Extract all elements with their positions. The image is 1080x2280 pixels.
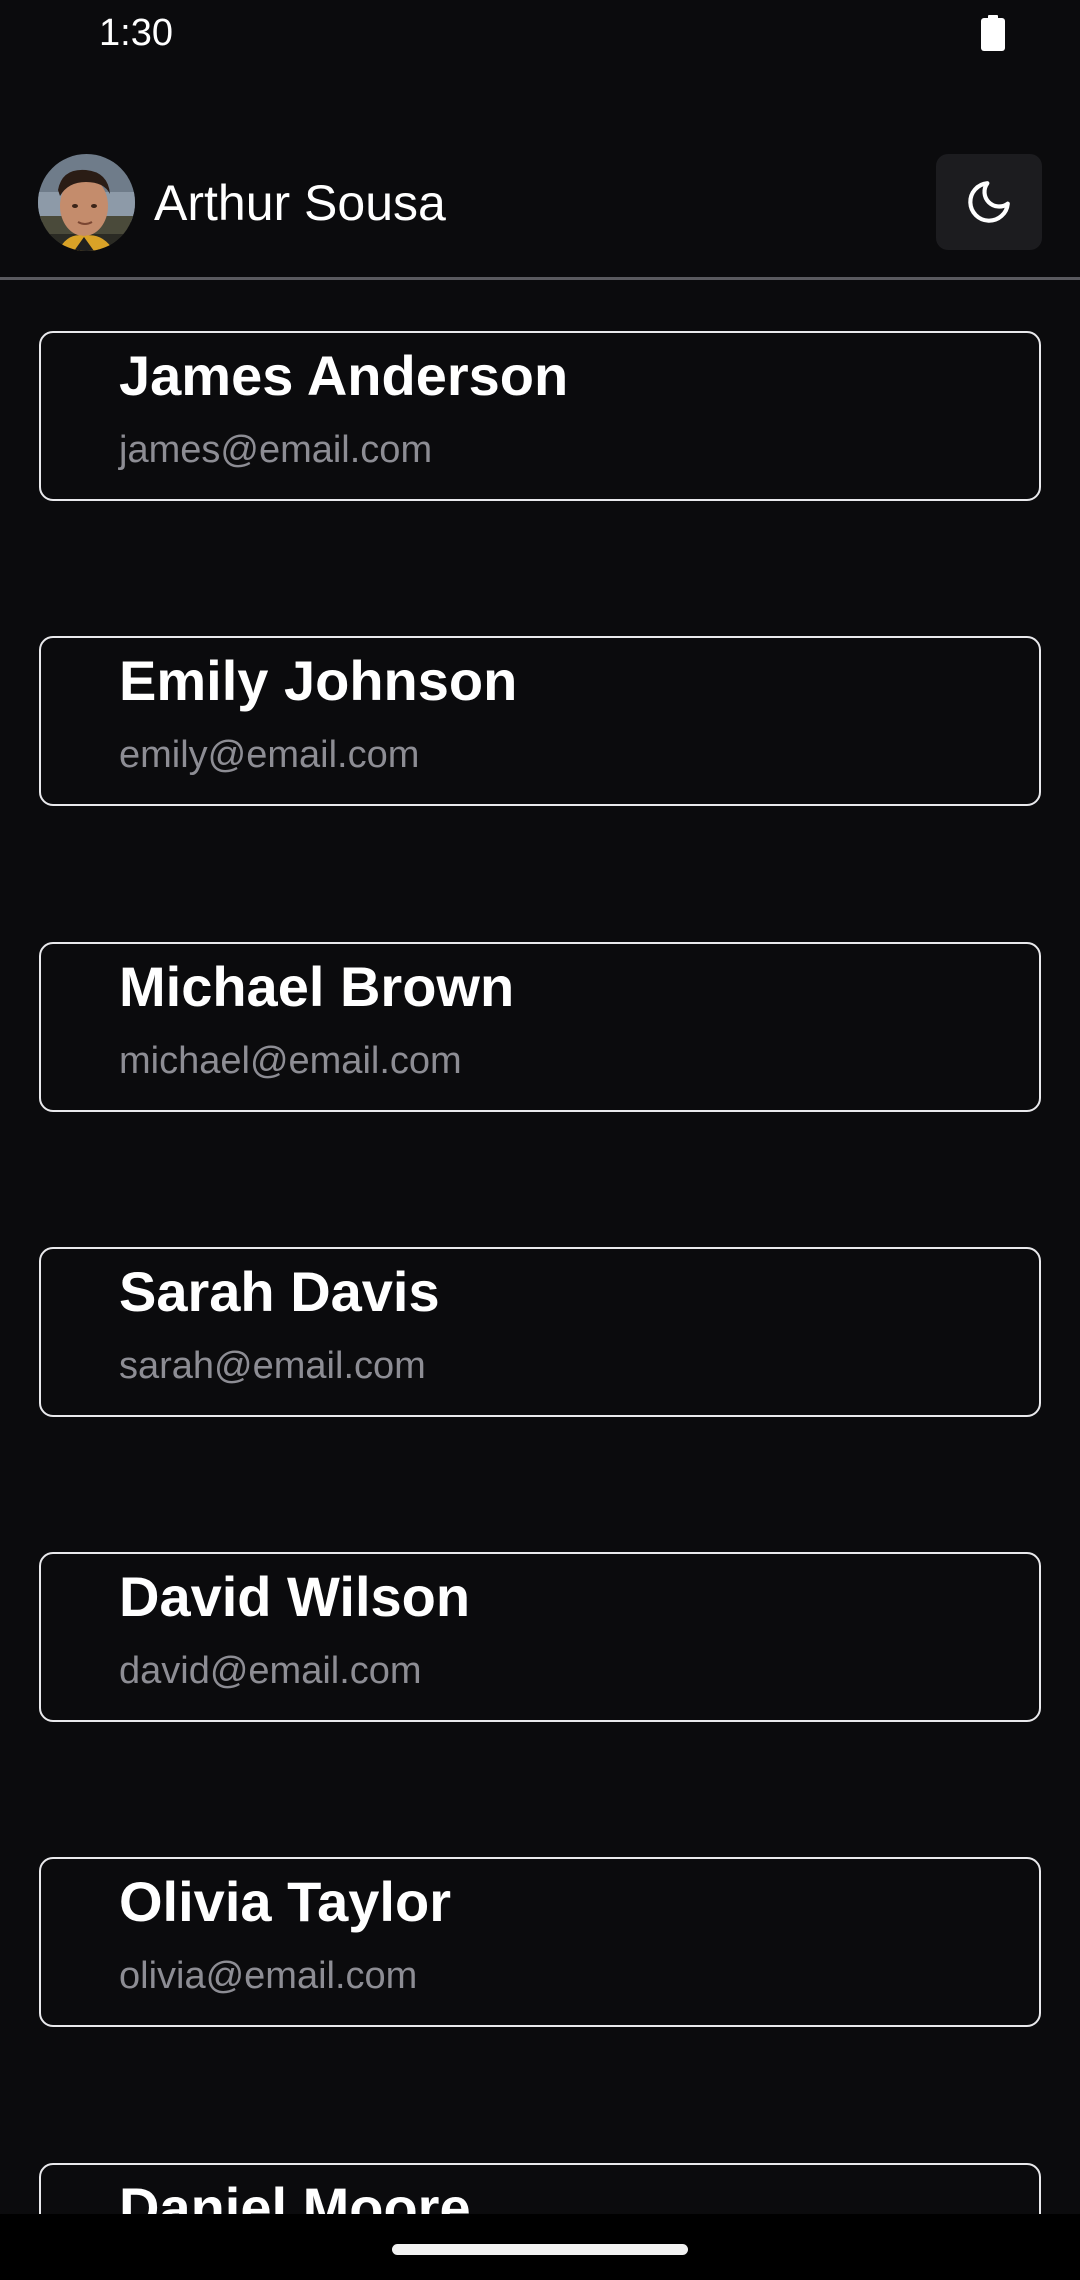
contact-email: david@email.com [119, 1650, 422, 1692]
contact-card[interactable]: Michael Brown michael@email.com [39, 942, 1041, 1112]
contact-email: michael@email.com [119, 1040, 462, 1082]
contact-card[interactable]: Daniel Moore [39, 2163, 1041, 2214]
avatar[interactable] [38, 154, 135, 251]
contact-name: James Anderson [119, 344, 569, 407]
avatar-photo [38, 154, 135, 251]
contact-name: Emily Johnson [119, 649, 518, 712]
app-header: Arthur Sousa [0, 150, 1080, 280]
contact-card[interactable]: David Wilson david@email.com [39, 1552, 1041, 1722]
contact-list[interactable]: James Anderson james@email.com Emily Joh… [0, 280, 1080, 2214]
contact-email: sarah@email.com [119, 1345, 426, 1387]
contact-card[interactable]: Sarah Davis sarah@email.com [39, 1247, 1041, 1417]
screen: 1:30 Arthur Sousa James Anderson james@e… [0, 0, 1080, 2280]
contact-card[interactable]: Olivia Taylor olivia@email.com [39, 1857, 1041, 2027]
contact-email: olivia@email.com [119, 1955, 418, 1997]
contact-name: Sarah Davis [119, 1260, 440, 1323]
contact-name: Olivia Taylor [119, 1870, 451, 1933]
contact-name: David Wilson [119, 1565, 471, 1628]
navigation-bar [0, 2214, 1080, 2280]
contact-card[interactable]: James Anderson james@email.com [39, 331, 1041, 501]
contact-name: Michael Brown [119, 955, 515, 1018]
user-name: Arthur Sousa [154, 175, 446, 231]
contact-name: Daniel Moore [119, 2176, 471, 2214]
home-gesture-handle[interactable] [392, 2244, 688, 2255]
status-time: 1:30 [99, 12, 173, 54]
status-bar: 1:30 [0, 0, 1080, 66]
contact-email: james@email.com [119, 429, 433, 471]
battery-full-icon [981, 15, 1005, 51]
contact-card[interactable]: Emily Johnson emily@email.com [39, 636, 1041, 806]
contact-email: emily@email.com [119, 734, 420, 776]
theme-toggle-button[interactable] [936, 154, 1042, 250]
moon-icon [968, 181, 1010, 223]
